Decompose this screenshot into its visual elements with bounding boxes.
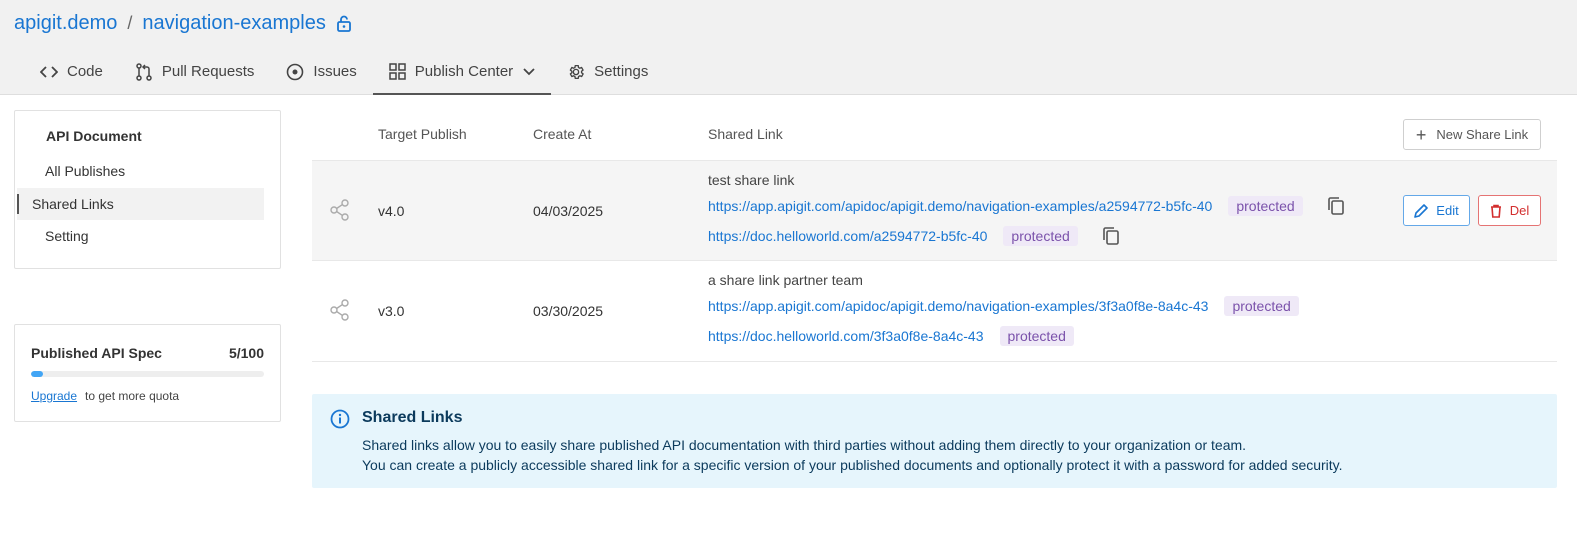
protected-badge: protected <box>999 326 1074 346</box>
quota-card: Published API Spec 5/100 Upgrade to get m… <box>14 324 281 422</box>
tab-pull-requests[interactable]: Pull Requests <box>119 49 271 94</box>
copy-icon[interactable] <box>1327 196 1345 216</box>
quota-hint-text: to get more quota <box>85 389 180 403</box>
repo-tabs: Code Pull Requests Issues Publish Center… <box>24 49 664 95</box>
share-link-custom-url-line: https://doc.helloworld.com/a2594772-b5fc… <box>708 226 1120 246</box>
info-icon <box>330 409 350 434</box>
tab-publish-center[interactable]: Publish Center <box>372 49 552 95</box>
sidebar-item-shared-links[interactable]: Shared Links <box>17 188 264 220</box>
share-link-custom-url[interactable]: https://doc.helloworld.com/3f3a0f8e-8a4c… <box>708 328 984 344</box>
sidebar-item-setting[interactable]: Setting <box>30 220 277 252</box>
row-version: v3.0 <box>378 303 405 319</box>
edit-button[interactable]: Edit <box>1403 195 1470 226</box>
plus-icon: + <box>1415 124 1427 145</box>
tab-issues[interactable]: Issues <box>270 49 372 94</box>
copy-icon[interactable] <box>1102 226 1120 246</box>
quota-count: 5/100 <box>228 345 264 361</box>
share-link-custom-url-line: https://doc.helloworld.com/3f3a0f8e-8a4c… <box>708 326 1074 346</box>
tab-issues-label: Issues <box>313 63 357 80</box>
table-row: v3.0 03/30/2025 a share link partner tea… <box>312 260 1557 360</box>
pull-request-icon <box>136 62 152 81</box>
info-line-2: You can create a publicly accessible sha… <box>362 457 1343 473</box>
lock-icon <box>336 14 352 32</box>
share-link-app-url-line: https://app.apigit.com/apidoc/apigit.dem… <box>708 296 1299 316</box>
sidebar-item-all-publishes[interactable]: All Publishes <box>30 155 277 187</box>
shared-links-info-callout: Shared Links Shared links allow you to e… <box>312 394 1557 488</box>
protected-badge: protected <box>1228 196 1303 216</box>
delete-button[interactable]: Del <box>1478 195 1541 226</box>
upgrade-link[interactable]: Upgrade <box>31 389 77 403</box>
quota-progress-fill <box>31 371 43 377</box>
tab-settings[interactable]: Settings <box>551 49 664 94</box>
info-title: Shared Links <box>362 409 463 426</box>
tab-code-label: Code <box>67 63 103 80</box>
breadcrumb: apigit.demo / navigation-examples <box>14 10 352 36</box>
share-link-title: test share link <box>708 172 795 188</box>
breadcrumb-org-link[interactable]: apigit.demo <box>14 12 117 35</box>
repo-header: apigit.demo / navigation-examples Code P… <box>0 0 1577 95</box>
row-version: v4.0 <box>378 203 405 219</box>
protected-badge: protected <box>1003 226 1078 246</box>
column-header-target-publish: Target Publish <box>378 126 467 142</box>
column-header-shared-link: Shared Link <box>708 126 783 142</box>
share-link-app-url[interactable]: https://app.apigit.com/apidoc/apigit.dem… <box>708 198 1212 214</box>
quota-title: Published API Spec <box>31 345 162 361</box>
grid-icon <box>389 63 406 80</box>
issues-icon <box>287 63 304 80</box>
new-share-link-label: New Share Link <box>1436 127 1529 142</box>
tab-publish-center-label: Publish Center <box>414 63 514 80</box>
tab-code[interactable]: Code <box>24 49 119 94</box>
chevron-down-icon <box>523 67 535 75</box>
sidebar-title: API Document <box>46 128 142 144</box>
tab-pull-requests-label: Pull Requests <box>161 63 255 80</box>
share-icon <box>330 199 350 226</box>
code-icon <box>40 65 58 78</box>
gear-icon <box>569 64 584 79</box>
table-row: v4.0 04/03/2025 test share link https://… <box>312 160 1557 260</box>
sidebar-item-shared-links-label: Shared Links <box>32 196 114 212</box>
pencil-icon <box>1414 203 1429 218</box>
table-bottom-divider <box>312 361 1557 362</box>
row-created-date: 04/03/2025 <box>533 203 604 219</box>
share-icon <box>330 299 350 326</box>
new-share-link-button[interactable]: + New Share Link <box>1403 119 1541 150</box>
quota-progress-bar <box>31 371 264 377</box>
breadcrumb-repo-link[interactable]: navigation-examples <box>142 12 325 35</box>
share-link-app-url[interactable]: https://app.apigit.com/apidoc/apigit.dem… <box>708 298 1208 314</box>
edit-label: Edit <box>1436 203 1459 218</box>
delete-label: Del <box>1509 203 1530 218</box>
share-link-custom-url[interactable]: https://doc.helloworld.com/a2594772-b5fc… <box>708 228 987 244</box>
row-created-date: 03/30/2025 <box>533 303 604 319</box>
info-line-1: Shared links allow you to easily share p… <box>362 437 1247 453</box>
protected-badge: protected <box>1224 296 1299 316</box>
quota-hint: Upgrade to get more quota <box>31 389 179 403</box>
share-link-app-url-line: https://app.apigit.com/apidoc/apigit.dem… <box>708 196 1345 216</box>
share-link-title: a share link partner team <box>708 272 863 288</box>
trash-icon <box>1490 204 1501 218</box>
column-header-create-at: Create At <box>533 126 592 142</box>
breadcrumb-separator: / <box>127 12 133 33</box>
tab-settings-label: Settings <box>594 63 649 80</box>
